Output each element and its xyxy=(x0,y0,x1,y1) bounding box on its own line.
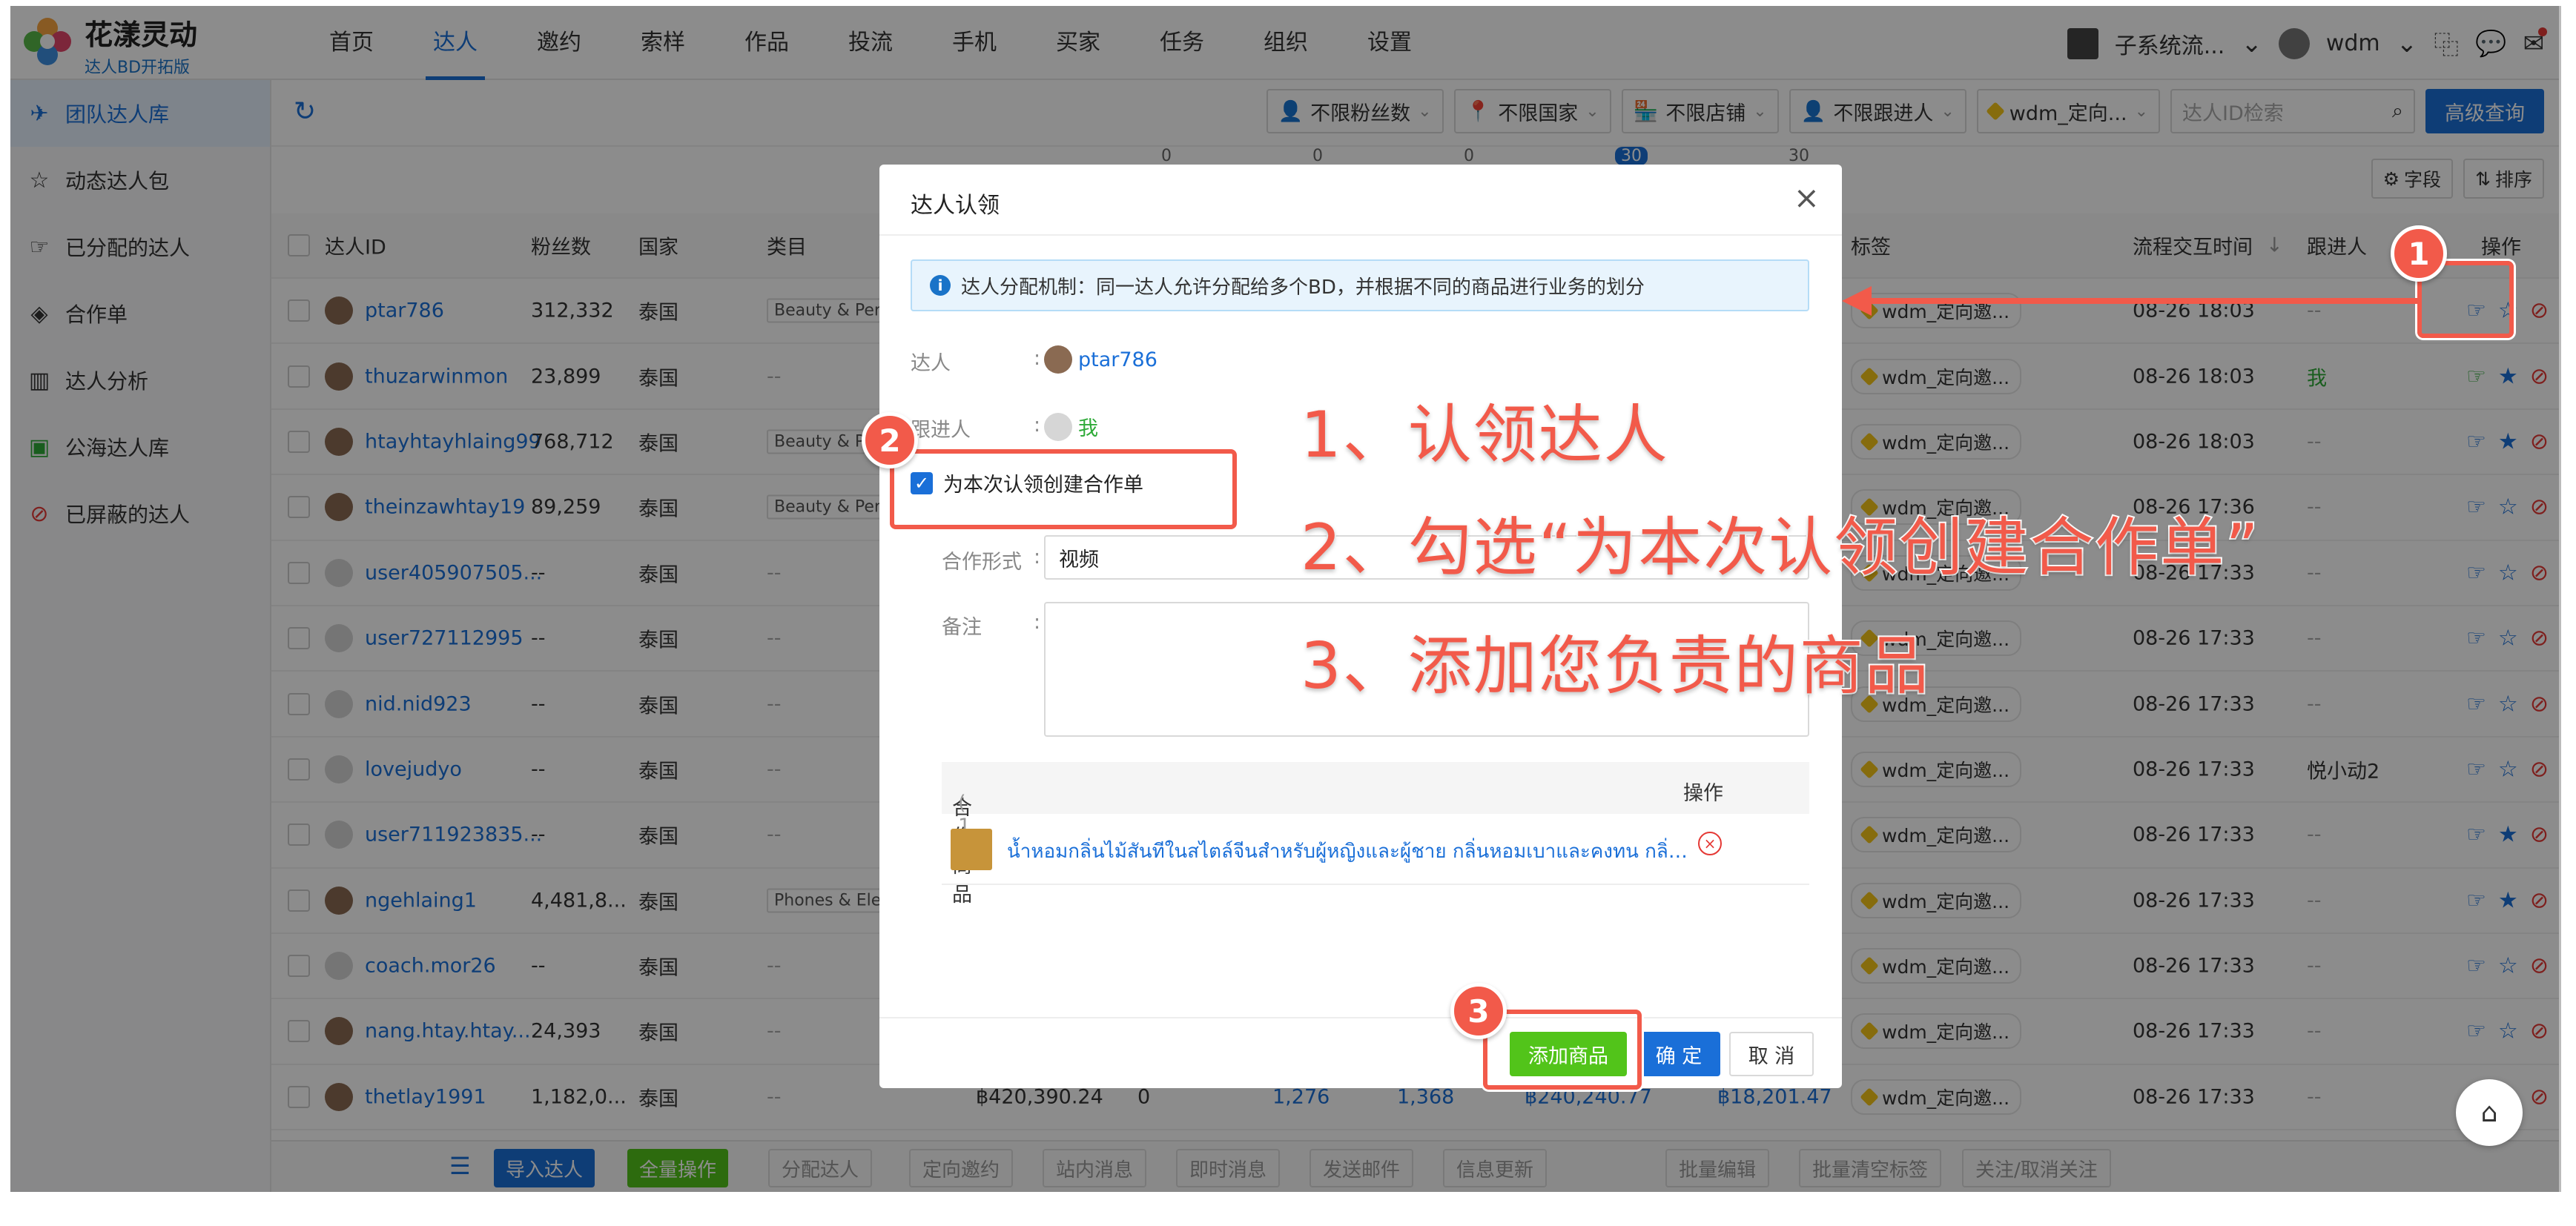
cancel-button[interactable]: 取 消 xyxy=(1729,1032,1814,1076)
notice-text: 达人分配机制：同一达人允许分配给多个BD，并根据不同的商品进行业务的划分 xyxy=(961,276,1645,299)
product-row: น้ำหอมกลิ่นไม้สันทีในสไตล์จีนสำหรับผู้หญ… xyxy=(942,814,1809,885)
talent-label: 达人 xyxy=(911,352,951,375)
product-table-header: 合作商品( 1 ) 操作 xyxy=(942,762,1809,907)
annotation-step1: 1、认领达人 xyxy=(1299,397,1669,474)
annotation-box-checkbox xyxy=(890,449,1237,529)
talent-link[interactable]: ptar786 xyxy=(1078,348,1157,371)
op-header: 操作 xyxy=(1683,782,1723,805)
product-name-link[interactable]: น้ำหอมกลิ่นไม้สันทีในสไตล์จีนสำหรับผู้หญ… xyxy=(1007,836,1689,867)
step-badge-2: 2 xyxy=(862,412,918,468)
remove-product-icon[interactable]: × xyxy=(1698,832,1722,855)
colon: : xyxy=(1034,414,1041,437)
form-label: 合作形式 xyxy=(942,551,1022,574)
info-icon: i xyxy=(930,275,951,296)
dialog-title: 达人认领 xyxy=(911,193,1000,219)
confirm-button[interactable]: 确 定 xyxy=(1637,1032,1720,1076)
follower-label: 跟进人 xyxy=(911,419,971,442)
colon: : xyxy=(1034,347,1041,370)
step-badge-1: 1 xyxy=(2391,225,2447,282)
annotation-step2: 2、勾选“为本次认领创建合作单” xyxy=(1299,509,2260,586)
annotation-arrow xyxy=(1842,286,2420,316)
product-thumbnail xyxy=(951,829,992,870)
annotation-box-add-product xyxy=(1483,1010,1642,1090)
annotation-step3: 3、添加您负责的商品 xyxy=(1299,628,1930,705)
dialog-footer: 添加商品 确 定 取 消 xyxy=(879,1017,1842,1088)
info-notice: i 达人分配机制：同一达人允许分配给多个BD，并根据不同的商品进行业务的划分 xyxy=(911,259,1809,311)
colon: : xyxy=(1034,546,1041,569)
talent-value: ptar786 xyxy=(1044,345,1157,374)
app-window: 花漾灵动 达人BD开拓版 首页 达人 邀约 索样 作品 投流 手机 买家 任务 … xyxy=(10,6,2561,1192)
follower-avatar xyxy=(1044,412,1072,441)
follower-value: 我 xyxy=(1044,412,1098,441)
colon: : xyxy=(1034,611,1041,634)
dialog-header: 达人认领 × xyxy=(879,165,1842,236)
close-icon[interactable]: × xyxy=(1794,179,1820,216)
talent-avatar xyxy=(1044,345,1072,374)
step-badge-3: 3 xyxy=(1450,983,1507,1039)
select-value: 视频 xyxy=(1059,548,1099,571)
follower-name: 我 xyxy=(1078,417,1098,440)
remark-label: 备注 xyxy=(942,616,982,639)
inbox-float-icon[interactable]: ⌂ xyxy=(2456,1079,2523,1146)
